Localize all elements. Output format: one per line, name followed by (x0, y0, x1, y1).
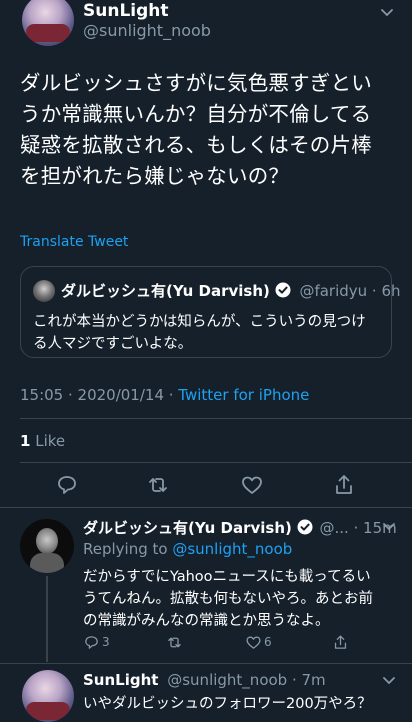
tweet-timestamp-row: 15:05 · 2020/01/14 · Twitter for iPhone (20, 386, 309, 404)
quoted-author-name: ダルビッシュ有(Yu Darvish) (61, 282, 270, 300)
retweet-icon[interactable] (146, 473, 170, 497)
tweet-body: ダルビッシュさすがに気色悪すぎとい うか常識無いんか？自分が不倫してる 疑惑を拡… (20, 68, 405, 192)
quoted-body: これが本当かどうかは知らんが、こういうの見つけ る人マジですごいよな。 (33, 311, 388, 355)
like-count: 1 (20, 432, 31, 450)
tweet-body-line: 疑惑を拡散される、もしくはその片棒 (20, 133, 372, 157)
reply-icon[interactable] (83, 634, 100, 651)
retweet-icon[interactable] (166, 634, 183, 651)
thread-line (46, 576, 48, 662)
share-icon[interactable] (332, 473, 356, 497)
reply-body-line: の常識がみんなの常識とか思うなよ。 (83, 613, 330, 629)
tweet-body-line: ダルビッシュさすがに気色悪すぎとい (20, 71, 372, 95)
reply-body-line: うてんねん。拡散も何もないやろ。あとお前 (83, 591, 373, 607)
reply-body-line: だからすでにYahooニュースにも載ってるい (83, 569, 371, 585)
divider (20, 462, 412, 463)
quoted-body-line: る人マジですごいよな。 (33, 336, 193, 352)
author-handle[interactable]: @sunlight_noob (83, 21, 211, 40)
translate-tweet-link[interactable]: Translate Tweet (20, 234, 128, 250)
quoted-tweet[interactable]: ダルビッシュ有(Yu Darvish) @faridyu · 6h これが本当か… (20, 266, 401, 358)
author-name[interactable]: SunLight (83, 1, 169, 21)
chevron-down-icon[interactable] (382, 520, 396, 534)
quoted-avatar (33, 280, 55, 302)
tweet-body-line: を担がれたら嫌じゃないの？ (20, 164, 290, 188)
verified-icon (275, 282, 291, 298)
quoted-body-line: これが本当かどうかは知らんが、こういうの見つけ (33, 314, 366, 330)
divider (0, 663, 412, 664)
like-label: Like (30, 432, 66, 450)
reply-author-name[interactable]: ダルビッシュ有(Yu Darvish) (83, 519, 292, 537)
like-count-row[interactable]: 1 Like (20, 432, 65, 450)
reply-count: 3 (102, 635, 110, 649)
tweet-body-line: うか常識無いんか？自分が不倫してる (20, 102, 372, 126)
tweet-source-link[interactable]: Twitter for iPhone (178, 386, 309, 404)
avatar[interactable] (22, 0, 74, 46)
tweet-timestamp: 15:05 · 2020/01/14 · (20, 386, 179, 404)
divider (20, 418, 412, 419)
reply-author-name[interactable]: SunLight (83, 671, 158, 689)
replying-to-handle[interactable]: @sunlight_noob (172, 540, 292, 558)
reply-icon[interactable] (55, 473, 79, 497)
replying-to-label: Replying to (83, 540, 173, 558)
reply-body-line: いやダルビッシュのフォロワー200万やろ？ (83, 696, 372, 712)
reply-avatar[interactable] (22, 670, 74, 722)
heart-icon[interactable] (245, 634, 262, 651)
share-icon[interactable] (332, 634, 349, 651)
chevron-down-icon[interactable] (380, 6, 394, 20)
quoted-handle-time: @faridyu · 6h (299, 282, 401, 300)
reply-avatar[interactable] (20, 519, 74, 573)
heart-icon[interactable] (240, 473, 264, 497)
chevron-down-icon[interactable] (382, 674, 396, 688)
divider (0, 507, 412, 508)
reply-handle-time: @sunlight_noob · 7m (167, 671, 326, 689)
reply-like-count: 6 (264, 635, 272, 649)
verified-icon (297, 519, 313, 535)
reply-body: だからすでにYahooニュースにも載ってるい うてんねん。拡散も何もないやろ。あ… (83, 566, 408, 632)
